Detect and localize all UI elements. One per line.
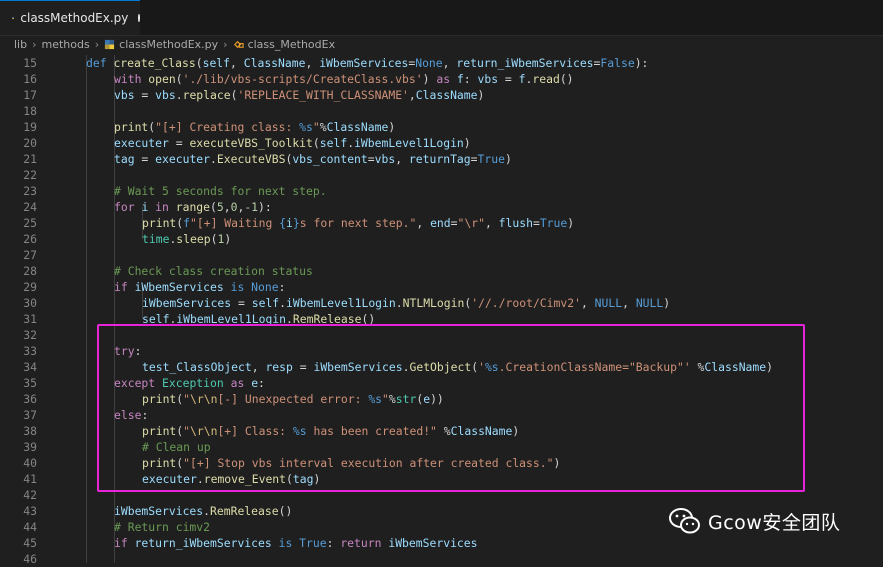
line-number: 46 xyxy=(23,552,37,566)
breadcrumb: lib › methods › classMethodEx.py › class… xyxy=(0,36,883,53)
code-line: 25 print(f"[+] Waiting {i}s for next step… xyxy=(0,215,883,231)
code-text: print("[+] Creating class: %s"%ClassName… xyxy=(114,120,396,134)
code-line: 20 executer = executeVBS_Toolkit(self.iWb… xyxy=(0,135,883,151)
line-number: 17 xyxy=(23,88,37,102)
highlight-box xyxy=(97,324,805,492)
line-number: 40 xyxy=(23,456,37,470)
line-number: 26 xyxy=(23,232,37,246)
code-text: def create_Class(self, ClassName, iWbemS… xyxy=(86,56,649,70)
code-text: with open('./lib/vbs-scripts/CreateClass… xyxy=(114,72,574,86)
line-number: 18 xyxy=(23,104,37,118)
line-number: 30 xyxy=(23,296,37,310)
line-number: 25 xyxy=(23,216,37,230)
watermark-text: Gcow安全团队 xyxy=(708,511,841,534)
class-symbol-icon xyxy=(233,40,244,49)
breadcrumb-item-class[interactable]: class_MethodEx xyxy=(248,38,336,51)
line-number: 23 xyxy=(23,184,37,198)
line-number: 38 xyxy=(23,424,37,438)
line-number: 39 xyxy=(23,440,37,454)
watermark: Gcow安全团队 xyxy=(668,506,840,536)
code-text: print(f"[+] Waiting {i}s for next step."… xyxy=(142,216,575,230)
line-number: 35 xyxy=(23,376,37,390)
code-line: 24 for i in range(5,0,-1): xyxy=(0,199,883,215)
code-text: tag = executer.ExecuteVBS(vbs_content=vb… xyxy=(114,152,512,166)
code-line: 26 time.sleep(1) xyxy=(0,231,883,247)
line-number: 45 xyxy=(23,536,37,550)
unsaved-dot-icon[interactable] xyxy=(138,14,140,22)
line-number: 43 xyxy=(23,504,37,518)
line-number: 31 xyxy=(23,312,37,326)
python-file-icon xyxy=(105,39,115,50)
wechat-icon xyxy=(669,508,700,534)
code-line: 29 if iWbemServices is None: xyxy=(0,279,883,295)
line-number: 32 xyxy=(23,328,37,342)
line-number: 24 xyxy=(23,200,37,214)
line-number: 27 xyxy=(23,248,37,262)
line-number: 22 xyxy=(23,168,37,182)
code-text: iWbemServices = self.iWbemLevel1Login.NT… xyxy=(142,296,671,310)
code-text: time.sleep(1) xyxy=(142,232,232,246)
code-line: 45 if return_iWbemServices is True: retur… xyxy=(0,535,883,551)
chevron-right-icon: › xyxy=(223,38,228,51)
code-text: if iWbemServices is None: xyxy=(114,280,286,294)
code-comment: # Check class creation status xyxy=(114,264,313,278)
line-number: 33 xyxy=(23,344,37,358)
line-number: 28 xyxy=(23,264,37,278)
code-text: if return_iWbemServices is True: return … xyxy=(114,536,478,550)
code-text: executer = executeVBS_Toolkit(self.iWbem… xyxy=(114,136,471,150)
code-line: 16 with open('./lib/vbs-scripts/CreateCla… xyxy=(0,71,883,87)
code-text: for i in range(5,0,-1): xyxy=(114,200,272,214)
line-number: 37 xyxy=(23,408,37,422)
code-line: 30 iWbemServices = self.iWbemLevel1Login.… xyxy=(0,295,883,311)
chevron-right-icon: › xyxy=(32,38,37,51)
code-line: 23 # Wait 5 seconds for next step. xyxy=(0,183,883,199)
line-number: 29 xyxy=(23,280,37,294)
code-line: 18 xyxy=(0,103,883,119)
tab-label: classMethodEx.py xyxy=(20,11,129,25)
line-number: 34 xyxy=(23,360,37,374)
code-line: 22 xyxy=(0,167,883,183)
line-number: 19 xyxy=(23,120,37,134)
code-comment: # Wait 5 seconds for next step. xyxy=(114,184,327,198)
tab-classmethodex[interactable]: classMethodEx.py xyxy=(0,0,140,35)
chevron-right-icon: › xyxy=(94,38,100,51)
code-line: 46 xyxy=(0,551,883,567)
line-number: 42 xyxy=(23,488,37,502)
line-number: 20 xyxy=(23,136,37,150)
tab-bar: classMethodEx.py xyxy=(0,0,883,36)
code-comment: # Return cimv2 xyxy=(114,520,211,534)
code-line: 19 print("[+] Creating class: %s"%ClassNa… xyxy=(0,119,883,135)
code-line: 28 # Check class creation status xyxy=(0,263,883,279)
code-line: 15 def create_Class(self, ClassName, iWbe… xyxy=(0,55,883,71)
line-number: 41 xyxy=(23,472,37,486)
code-line: 17 vbs = vbs.replace('REPLEACE_WITH_CLASS… xyxy=(0,87,883,103)
line-number: 15 xyxy=(23,56,37,70)
line-number: 36 xyxy=(23,392,37,406)
breadcrumb-item-methods[interactable]: methods xyxy=(42,38,90,51)
line-number: 16 xyxy=(23,72,37,86)
breadcrumb-item-file[interactable]: classMethodEx.py xyxy=(119,38,218,51)
breadcrumb-item-lib[interactable]: lib xyxy=(14,38,27,51)
line-number: 21 xyxy=(23,152,37,166)
python-file-icon xyxy=(12,17,15,19)
line-number: 44 xyxy=(23,520,37,534)
code-text: vbs = vbs.replace('REPLEACE_WITH_CLASSNA… xyxy=(114,88,485,102)
code-line: 21 tag = executer.ExecuteVBS(vbs_content=… xyxy=(0,151,883,167)
code-text: iWbemServices.RemRelease() xyxy=(114,504,293,518)
code-line: 27 xyxy=(0,247,883,263)
